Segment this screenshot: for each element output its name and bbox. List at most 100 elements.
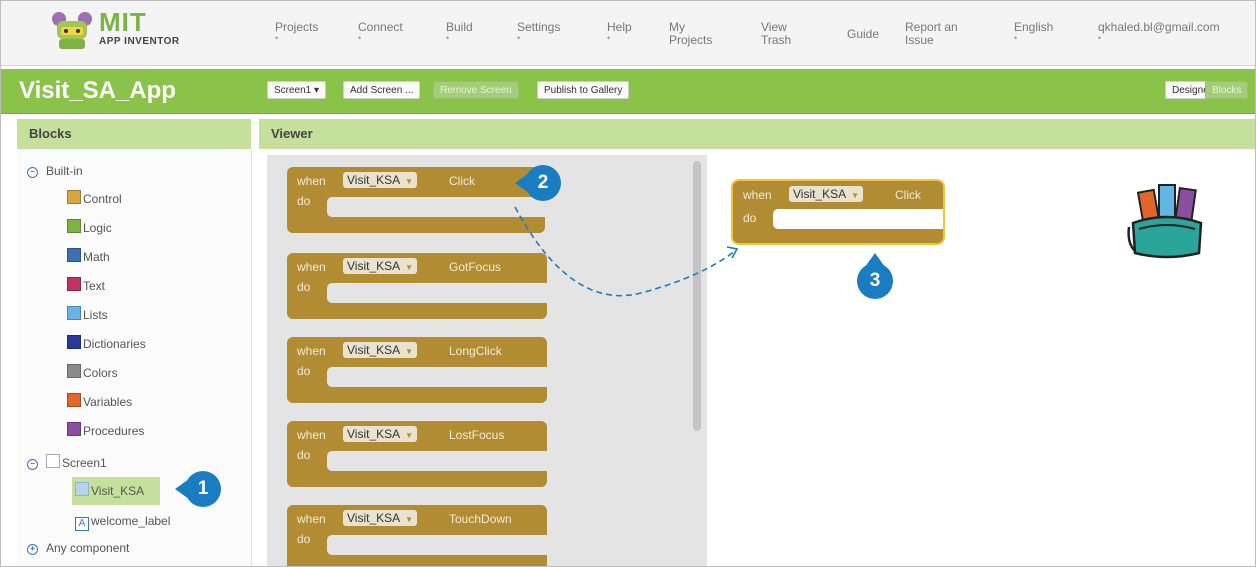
- event-name: Click: [895, 188, 921, 202]
- blocks-button[interactable]: Blocks: [1205, 81, 1249, 99]
- lists-swatch-icon: [67, 306, 81, 320]
- tree-label: Control: [83, 192, 122, 206]
- dropdown-marker-icon: •: [358, 33, 362, 43]
- text-swatch-icon: [67, 277, 81, 291]
- collapse-icon[interactable]: −: [27, 167, 38, 178]
- statement-slot: [327, 367, 547, 387]
- component-name: Visit_KSA: [347, 173, 401, 187]
- component-visit-ksa[interactable]: Visit_KSA: [72, 477, 160, 505]
- component-dropdown[interactable]: Visit_KSA ▼: [789, 186, 864, 202]
- do-keyword: do: [297, 532, 311, 546]
- procedures-swatch-icon: [67, 422, 81, 436]
- callout-1: 1: [175, 471, 221, 507]
- do-keyword: do: [297, 280, 311, 294]
- menu-label: Connect: [358, 20, 403, 34]
- when-keyword: when: [297, 344, 326, 358]
- workspace-event-block-click[interactable]: when Visit_KSA ▼ Click do: [733, 181, 943, 243]
- dropdown-arrow-icon: ▼: [851, 191, 860, 200]
- tree-label: Dictionaries: [83, 337, 146, 351]
- component-dropdown[interactable]: Visit_KSA ▼: [343, 172, 418, 188]
- dropdown-arrow-icon: ▼: [405, 177, 414, 186]
- statement-slot: [773, 209, 943, 229]
- menu-my-projects[interactable]: My Projects: [669, 21, 712, 47]
- tree-label: Math: [83, 250, 110, 264]
- event-name: Click: [449, 174, 475, 188]
- tree-label: Colors: [83, 366, 118, 380]
- blocks-panel-title: Blocks: [17, 119, 251, 149]
- component-dropdown[interactable]: Visit_KSA ▼: [343, 258, 418, 274]
- menu-connect[interactable]: Connect •: [358, 20, 403, 43]
- drawer-variables[interactable]: Variables: [67, 392, 132, 412]
- statement-slot: [327, 535, 547, 555]
- event-block-touchdown[interactable]: when Visit_KSA ▼ TouchDown do: [287, 505, 547, 566]
- menu-help[interactable]: Help •: [607, 20, 632, 43]
- menu-settings[interactable]: Settings •: [517, 21, 560, 43]
- event-block-lostfocus[interactable]: when Visit_KSA ▼ LostFocus do: [287, 421, 547, 487]
- button-component-icon: [75, 482, 89, 496]
- menu-guide[interactable]: Guide: [847, 28, 879, 41]
- when-keyword: when: [297, 260, 326, 274]
- dropdown-marker-icon: •: [446, 33, 450, 43]
- menu-label: qkhaled.bl@gmail.com: [1098, 20, 1220, 34]
- tree-label: Visit_KSA: [91, 484, 145, 498]
- drawer-text[interactable]: Text: [67, 276, 105, 296]
- app-inventor-logo[interactable]: MIT APP INVENTOR: [47, 7, 197, 55]
- viewer-panel-title: Viewer: [259, 119, 1255, 149]
- dropdown-arrow-icon: ▼: [405, 347, 414, 356]
- tree-any-component[interactable]: + Any component: [27, 538, 129, 558]
- menu-account[interactable]: qkhaled.bl@gmail.com •: [1098, 20, 1220, 43]
- drawer-logic[interactable]: Logic: [67, 218, 112, 238]
- event-name: TouchDown: [449, 512, 512, 526]
- tree-label: Lists: [83, 308, 108, 322]
- component-dropdown[interactable]: Visit_KSA ▼: [343, 342, 418, 358]
- component-name: Visit_KSA: [347, 343, 401, 357]
- colors-swatch-icon: [67, 364, 81, 378]
- callout-pointer-icon: [865, 253, 885, 267]
- drawer-lists[interactable]: Lists: [67, 305, 108, 325]
- project-toolbar: Visit_SA_App Screen1 ▾ Add Screen ... Re…: [1, 69, 1255, 114]
- tree-label: Logic: [83, 221, 112, 235]
- component-welcome-label[interactable]: Awelcome_label: [75, 511, 170, 531]
- screen-select[interactable]: Screen1 ▾: [267, 81, 327, 99]
- backpack-icon[interactable]: [1127, 179, 1207, 263]
- event-name: GotFocus: [449, 260, 502, 274]
- drawer-dictionaries[interactable]: Dictionaries: [67, 334, 146, 354]
- when-keyword: when: [297, 428, 326, 442]
- menu-report-issue[interactable]: Report an Issue: [905, 21, 958, 47]
- dropdown-arrow-icon: ▼: [405, 515, 414, 524]
- drawer-colors[interactable]: Colors: [67, 363, 118, 383]
- expand-icon[interactable]: +: [27, 544, 38, 555]
- event-block-longclick[interactable]: when Visit_KSA ▼ LongClick do: [287, 337, 547, 403]
- do-keyword: do: [297, 364, 311, 378]
- menu-build[interactable]: Build •: [446, 21, 473, 43]
- callout-number: 1: [197, 478, 209, 499]
- component-dropdown[interactable]: Visit_KSA ▼: [343, 426, 418, 442]
- tree-screen1[interactable]: − Screen1: [27, 453, 107, 473]
- callout-2: 2: [515, 165, 561, 201]
- publish-to-gallery-button[interactable]: Publish to Gallery: [537, 81, 630, 99]
- menu-label: Help: [607, 20, 632, 34]
- component-dropdown[interactable]: Visit_KSA ▼: [343, 510, 418, 526]
- remove-screen-button[interactable]: Remove Screen: [433, 81, 519, 99]
- tree-builtin[interactable]: − Built-in: [27, 161, 83, 181]
- dictionaries-swatch-icon: [67, 335, 81, 349]
- add-screen-button[interactable]: Add Screen ...: [343, 81, 421, 99]
- screen-icon: [46, 454, 60, 468]
- menu-projects[interactable]: Projects •: [275, 20, 319, 43]
- tree-label: Procedures: [83, 424, 145, 438]
- menu-view-trash[interactable]: View Trash: [761, 21, 791, 47]
- component-name: Visit_KSA: [347, 427, 401, 441]
- callout-number: 2: [537, 172, 549, 193]
- menu-language[interactable]: English •: [1014, 21, 1053, 43]
- tree-label: Text: [83, 279, 106, 293]
- tree-label: welcome_label: [91, 514, 171, 528]
- drawer-control[interactable]: Control: [67, 189, 122, 209]
- menu-label: Projects: [275, 20, 319, 34]
- project-title: Visit_SA_App: [19, 77, 176, 104]
- drawer-procedures[interactable]: Procedures: [67, 421, 144, 441]
- variables-swatch-icon: [67, 393, 81, 407]
- collapse-icon[interactable]: −: [27, 459, 38, 470]
- top-navigation: MIT APP INVENTOR Projects • Connect • Buil…: [1, 1, 1255, 66]
- component-name: Visit_KSA: [793, 187, 847, 201]
- drawer-math[interactable]: Math: [67, 247, 110, 267]
